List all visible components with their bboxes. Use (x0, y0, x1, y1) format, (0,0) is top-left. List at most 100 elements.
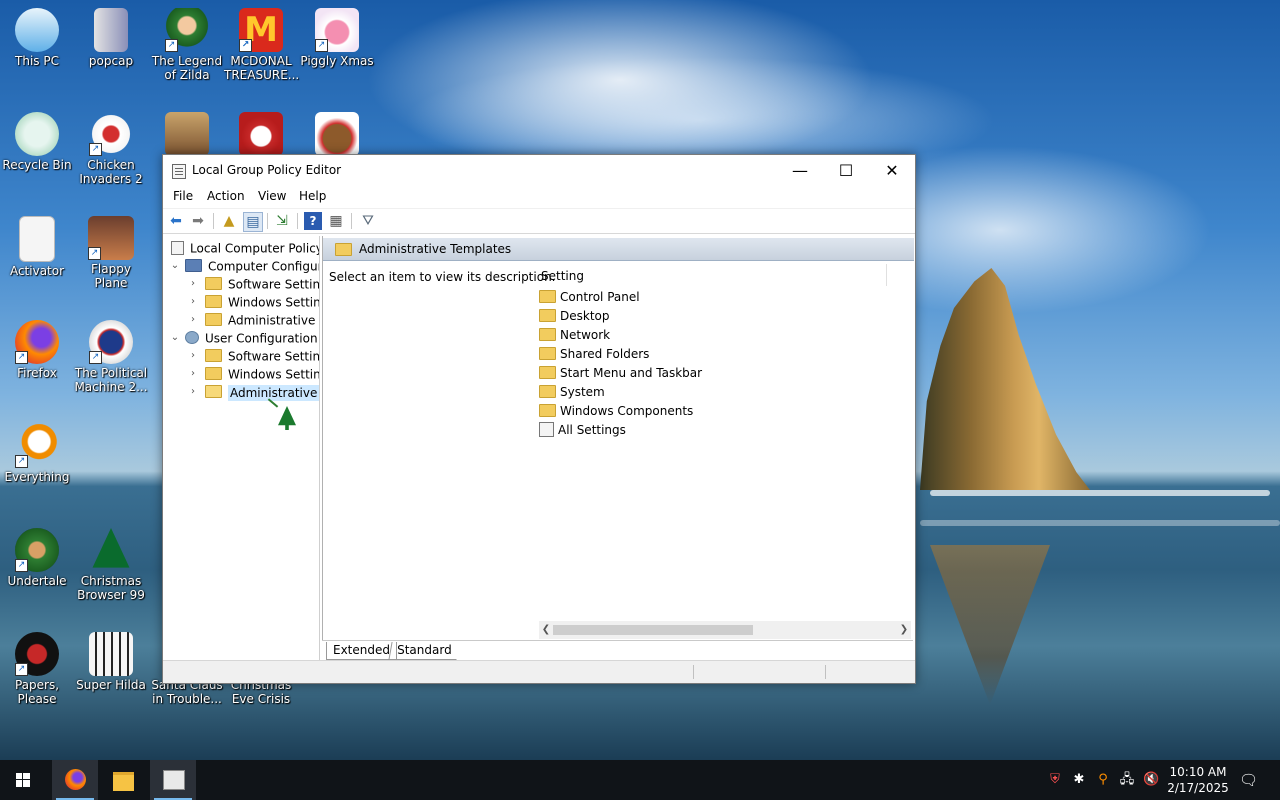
maximize-button[interactable]: ☐ (823, 155, 869, 186)
scroll-right-icon[interactable]: ❯ (897, 621, 911, 639)
properties-icon[interactable]: ▦ (327, 212, 345, 230)
desktop-icon-label: Christmas Browser 99 (77, 574, 145, 602)
desktop-icon-teddy-game[interactable] (300, 108, 374, 158)
network-monitor-icon[interactable]: ✱ (1071, 772, 1087, 788)
folder-icon (539, 404, 556, 417)
desktop-icon-political-machine[interactable]: ↗ The Political Machine 2... (74, 316, 148, 394)
list-item-system[interactable]: System (539, 383, 605, 402)
desktop-icon-flappy-plane[interactable]: ↗ Flappy Plane (74, 212, 148, 290)
taskbar-file-explorer[interactable] (100, 760, 146, 800)
pane-horizontal-scrollbar[interactable]: ❮ ❯ (539, 621, 911, 639)
menu-help[interactable]: Help (299, 189, 326, 203)
chevron-right-icon[interactable]: › (187, 275, 199, 293)
filter-icon[interactable]: ⛛ (359, 212, 377, 230)
windows-start-icon (16, 773, 30, 787)
desktop-icon-chicken-invaders[interactable]: ↗ Chicken Invaders 2 (74, 108, 148, 186)
desktop-icon-papers-please[interactable]: ↗ Papers, Please (0, 628, 74, 706)
menu-file[interactable]: File (173, 189, 193, 203)
menu-view[interactable]: View (258, 189, 286, 203)
search-icon: ↗ (15, 424, 59, 468)
title-bar[interactable]: Local Group Policy Editor — ☐ ✕ (163, 155, 915, 186)
column-header-setting[interactable]: Setting (541, 269, 584, 283)
minimize-button[interactable]: — (777, 155, 823, 186)
status-bar (163, 660, 915, 683)
navigation-tree: Local Computer Policy ⌄ Computer Configu… (163, 236, 320, 660)
folder-icon (335, 243, 352, 256)
column-divider (886, 264, 887, 286)
list-item-all-settings[interactable]: All Settings (539, 421, 626, 440)
list-item-control-panel[interactable]: Control Panel (539, 288, 640, 307)
export-icon[interactable]: ⇲ (273, 212, 291, 230)
close-button[interactable]: ✕ (869, 155, 915, 186)
computer-icon (15, 8, 59, 52)
tree-node-computer-configuration[interactable]: ⌄ Computer Configura (169, 257, 319, 275)
desktop-icon-firefox[interactable]: ↗ Firefox (0, 316, 74, 380)
list-item-desktop[interactable]: Desktop (539, 307, 610, 326)
action-center-icon[interactable]: 🗨 (1239, 772, 1258, 788)
menu-action[interactable]: Action (207, 189, 245, 203)
chevron-down-icon[interactable]: ⌄ (169, 329, 181, 347)
tree-node-computer-administrative-templates[interactable]: › Administrative Te (187, 311, 319, 329)
help-icon[interactable]: ? (304, 212, 322, 230)
desktop-icon-piggly-xmas[interactable]: ↗ Piggly Xmas (300, 4, 374, 68)
desktop-icon-legend-of-zilda[interactable]: ↗ The Legend of Zilda (150, 4, 224, 82)
wave (920, 520, 1280, 526)
desktop-icon-mcdonal-treasure[interactable]: M ↗ MCDONAL TREASURE... (224, 4, 299, 82)
chevron-right-icon[interactable]: › (187, 293, 199, 311)
tree-node-user-windows-settings[interactable]: › Windows Setting (187, 365, 319, 383)
list-item-windows-components[interactable]: Windows Components (539, 402, 693, 421)
group-policy-editor-window[interactable]: Local Group Policy Editor — ☐ ✕ File Act… (162, 154, 916, 684)
tab-standard[interactable]: Standard (388, 642, 460, 660)
volume-muted-icon[interactable]: 🔇 (1143, 772, 1159, 788)
computer-icon (185, 259, 202, 272)
chevron-right-icon[interactable]: › (187, 365, 199, 383)
start-button[interactable] (0, 760, 46, 800)
taskbar-firefox[interactable] (52, 760, 98, 800)
folder-icon (539, 366, 556, 379)
desktop-icon-activator[interactable]: Activator (0, 212, 74, 278)
everything-search-icon[interactable]: ⚲ (1095, 772, 1111, 788)
desktop-icon-this-pc[interactable]: This PC (0, 4, 74, 68)
scroll-left-icon[interactable]: ❮ (539, 621, 553, 639)
taskbar: ⛨ ✱ ⚲ 🖧 🔇 10:10 AM 2/17/2025 🗨 (0, 760, 1280, 800)
folder-icon (539, 347, 556, 360)
tree-node-user-configuration[interactable]: ⌄ User Configuration (169, 329, 318, 347)
list-item-network[interactable]: Network (539, 326, 610, 345)
chevron-right-icon[interactable]: › (187, 347, 199, 365)
folder-icon (539, 309, 556, 322)
status-divider (693, 665, 694, 679)
taskbar-group-policy-editor[interactable] (150, 760, 196, 800)
clock[interactable]: 10:10 AM 2/17/2025 (1163, 764, 1233, 796)
wave (930, 490, 1270, 496)
forward-icon[interactable]: ➡ (189, 212, 207, 230)
tree-node-user-administrative-templates[interactable]: › Administrative Te (187, 383, 319, 401)
desktop-icon-everything[interactable]: ↗ Everything (0, 420, 74, 484)
network-icon[interactable]: 🖧 (1119, 772, 1135, 788)
desktop-icon-snowman-game[interactable] (224, 108, 298, 158)
desktop-icon-christmas-browser[interactable]: Christmas Browser 99 (74, 524, 148, 602)
desktop-icon-super-hilda[interactable]: Super Hilda (74, 628, 148, 692)
desktop-icon-popcap[interactable]: popcap (74, 4, 148, 68)
list-item-shared-folders[interactable]: Shared Folders (539, 345, 649, 364)
show-hide-tree-icon[interactable]: ▤ (243, 212, 263, 232)
chevron-down-icon[interactable]: ⌄ (169, 257, 181, 275)
tree-node-local-computer-policy[interactable]: Local Computer Policy (171, 239, 319, 257)
desktop-icon-undertale[interactable]: ↗ Undertale (0, 524, 74, 588)
desktop-icon-label: Activator (9, 264, 65, 278)
pane-header: Administrative Templates (323, 238, 914, 261)
up-icon[interactable]: ▲ (220, 212, 238, 230)
tree-node-user-software-settings[interactable]: › Software Settings (187, 347, 319, 365)
antivirus-icon[interactable]: ⛨ (1047, 772, 1063, 788)
tree-node-computer-software-settings[interactable]: › Software Settings (187, 275, 319, 293)
desktop-icon-recycle-bin[interactable]: Recycle Bin (0, 108, 74, 172)
chevron-right-icon[interactable]: › (187, 383, 199, 401)
scrollbar-thumb[interactable] (553, 625, 753, 635)
desktop-icon-label: The Political Machine 2... (74, 366, 148, 394)
back-icon[interactable]: ⬅ (167, 212, 185, 230)
desktop-icon-label: Papers, Please (14, 678, 60, 706)
tab-extended[interactable]: Extended (326, 642, 397, 660)
list-item-start-menu-and-taskbar[interactable]: Start Menu and Taskbar (539, 364, 702, 383)
desktop-icon-label: popcap (88, 54, 134, 68)
chevron-right-icon[interactable]: › (187, 311, 199, 329)
tree-node-computer-windows-settings[interactable]: › Windows Setting (187, 293, 319, 311)
